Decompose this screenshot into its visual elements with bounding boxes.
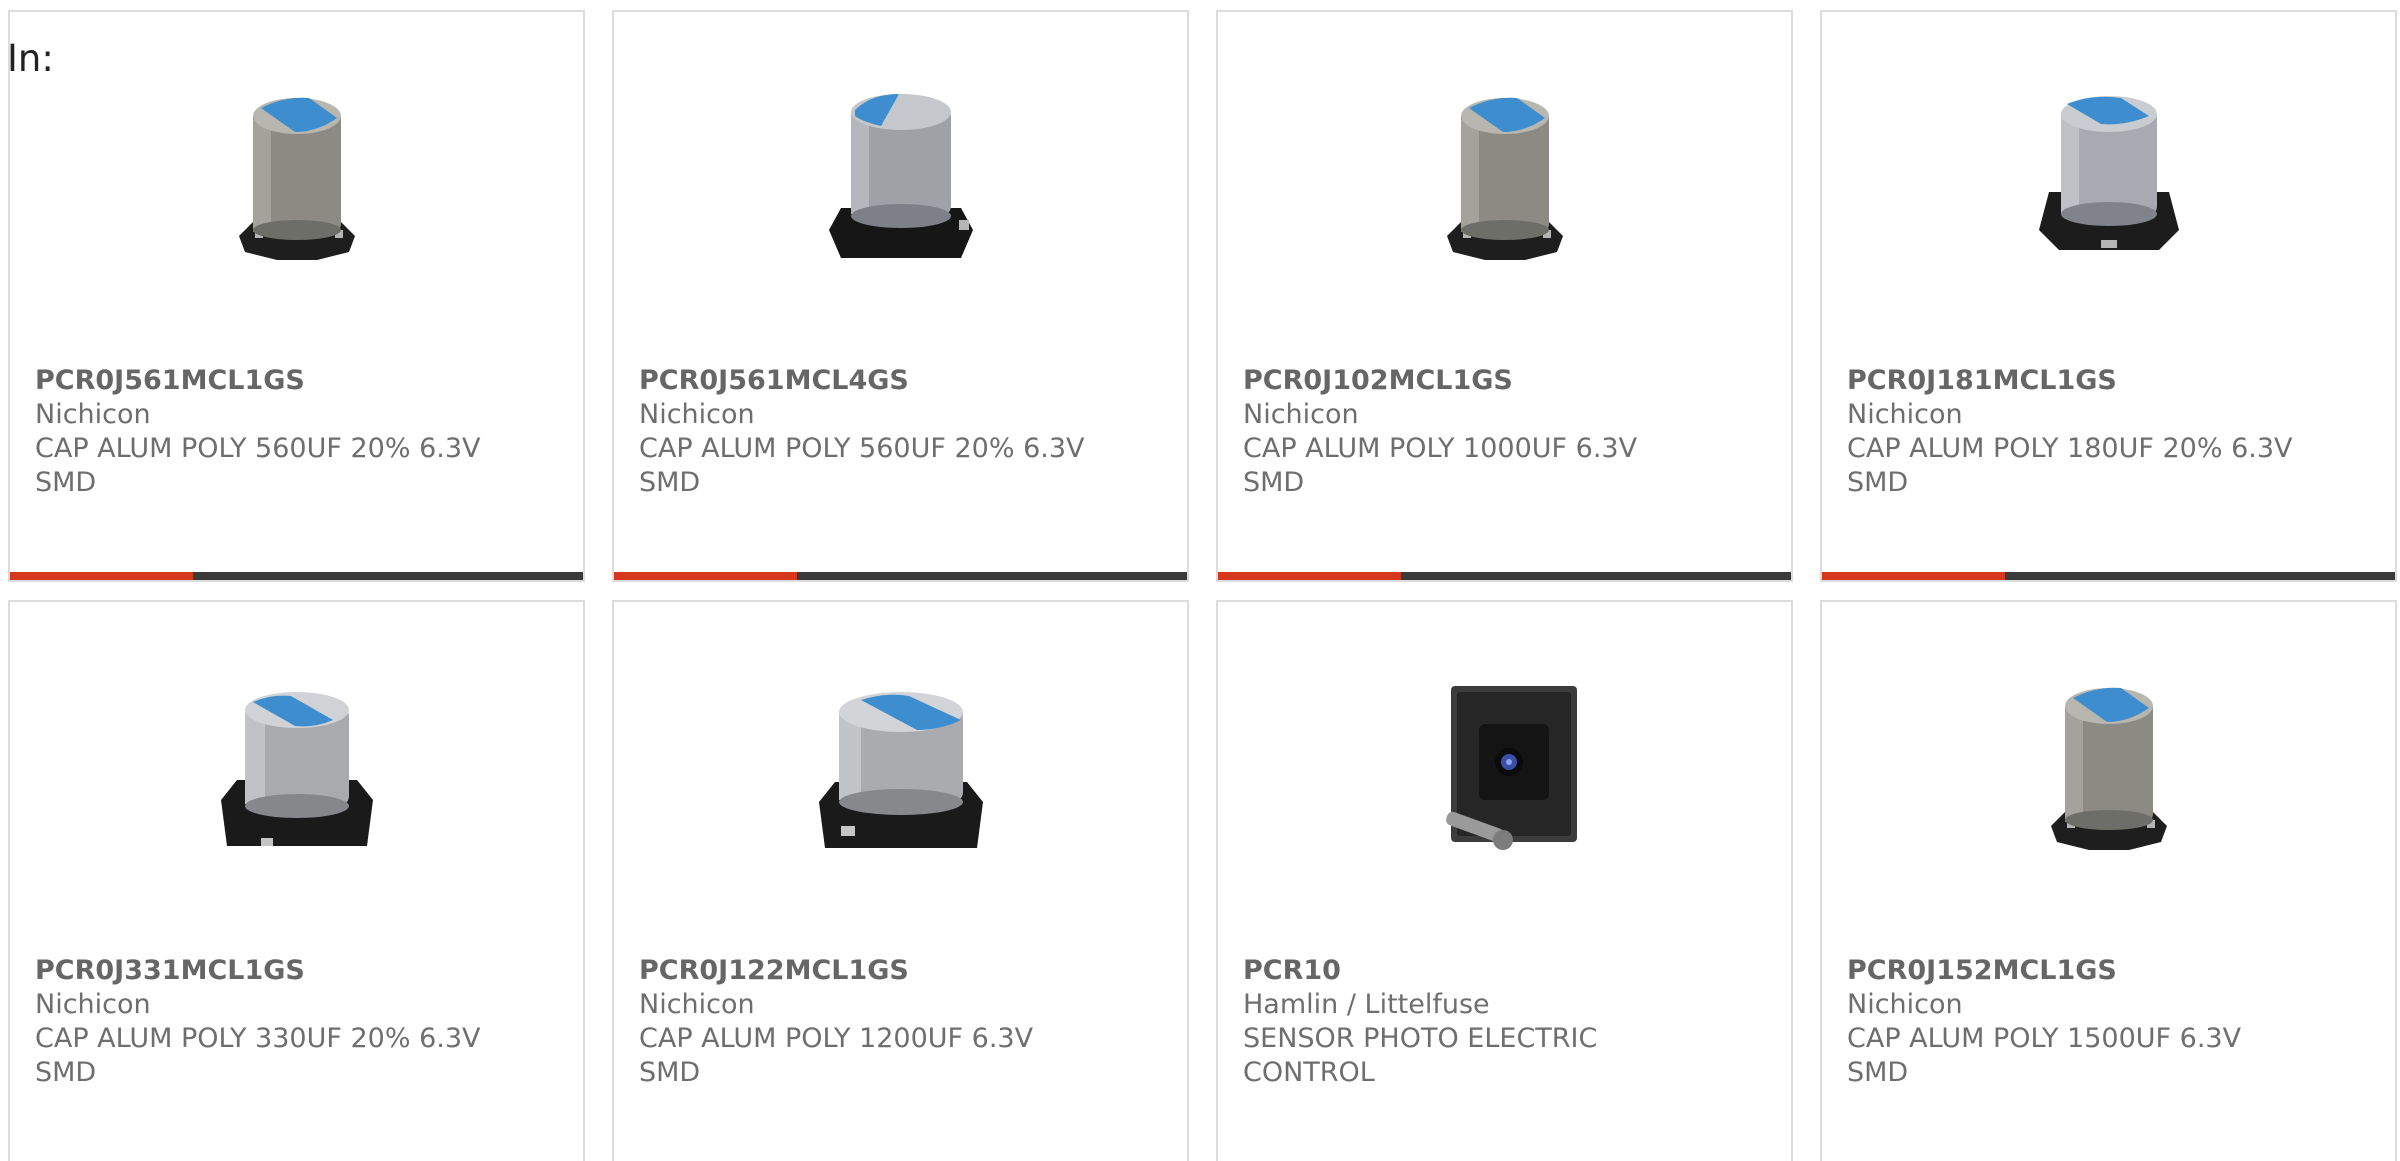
part-number[interactable]: PCR0J181MCL1GS: [1847, 364, 2117, 398]
smd-capacitor-tall-icon: [2009, 670, 2209, 870]
part-number[interactable]: PCR0J561MCL4GS: [639, 364, 909, 398]
description-line-1: CAP ALUM POLY 1500UF 6.3V: [1847, 1023, 2242, 1054]
manufacturer: Nichicon: [35, 989, 151, 1020]
product-card[interactable]: PCR0J181MCL1GS Nichicon CAP ALUM POLY 18…: [1820, 10, 2397, 582]
manufacturer: Nichicon: [35, 399, 151, 430]
part-number[interactable]: PCR10: [1243, 954, 1341, 988]
part-number[interactable]: PCR0J331MCL1GS: [35, 954, 305, 988]
card-progress-accent: [10, 572, 193, 580]
product-card[interactable]: PCR0J122MCL1GS Nichicon CAP ALUM POLY 12…: [612, 600, 1189, 1161]
description-line-1: CAP ALUM POLY 1000UF 6.3V: [1243, 433, 1638, 464]
card-progress-accent: [1218, 572, 1401, 580]
smd-capacitor-icon: [197, 670, 397, 870]
description-line-2: SMD: [639, 1057, 701, 1088]
manufacturer: Nichicon: [1243, 399, 1359, 430]
product-card[interactable]: PCR0J152MCL1GS Nichicon CAP ALUM POLY 15…: [1820, 600, 2397, 1161]
smd-capacitor-wide-icon: [801, 670, 1001, 870]
manufacturer: Nichicon: [639, 399, 755, 430]
card-progress-bar: [1822, 572, 2395, 580]
photo-sensor-icon: [1405, 670, 1605, 870]
description-line-2: SMD: [35, 1057, 97, 1088]
product-card[interactable]: PCR10 Hamlin / Littelfuse SENSOR PHOTO E…: [1216, 600, 1793, 1161]
manufacturer: Nichicon: [639, 989, 755, 1020]
product-card[interactable]: PCR0J331MCL1GS Nichicon CAP ALUM POLY 33…: [8, 600, 585, 1161]
card-progress-bar: [10, 572, 583, 580]
part-number[interactable]: PCR0J561MCL1GS: [35, 364, 305, 398]
card-progress-bar: [1218, 572, 1791, 580]
part-number[interactable]: PCR0J102MCL1GS: [1243, 364, 1513, 398]
smd-capacitor-icon: [2009, 80, 2209, 280]
description-line-1: CAP ALUM POLY 560UF 20% 6.3V: [35, 433, 481, 464]
manufacturer: Hamlin / Littelfuse: [1243, 989, 1490, 1020]
product-card[interactable]: PCR0J102MCL1GS Nichicon CAP ALUM POLY 10…: [1216, 10, 1793, 582]
part-number[interactable]: PCR0J122MCL1GS: [639, 954, 909, 988]
product-card[interactable]: PCR0J561MCL1GS Nichicon CAP ALUM POLY 56…: [8, 10, 585, 582]
card-progress-accent: [614, 572, 797, 580]
product-card[interactable]: PCR0J561MCL4GS Nichicon CAP ALUM POLY 56…: [612, 10, 1189, 582]
manufacturer: Nichicon: [1847, 399, 1963, 430]
smd-capacitor-tall-icon: [197, 80, 397, 280]
smd-capacitor-tall-icon: [1405, 80, 1605, 280]
manufacturer: Nichicon: [1847, 989, 1963, 1020]
description-line-2: CONTROL: [1243, 1057, 1375, 1088]
card-progress-bar: [614, 572, 1187, 580]
card-progress-accent: [1822, 572, 2005, 580]
smd-capacitor-icon: [801, 80, 1001, 280]
description-line-1: CAP ALUM POLY 560UF 20% 6.3V: [639, 433, 1085, 464]
description-line-2: SMD: [35, 467, 97, 498]
product-grid-page: In: PCR0J561MCL1GS Nichicon CAP ALUM POL…: [0, 0, 2400, 1161]
description-line-2: SMD: [1847, 467, 1909, 498]
description-line-2: SMD: [639, 467, 701, 498]
description-line-2: SMD: [1243, 467, 1305, 498]
in-label: In:: [7, 37, 54, 80]
description-line-1: CAP ALUM POLY 330UF 20% 6.3V: [35, 1023, 481, 1054]
part-number[interactable]: PCR0J152MCL1GS: [1847, 954, 2117, 988]
description-line-1: CAP ALUM POLY 1200UF 6.3V: [639, 1023, 1034, 1054]
description-line-1: CAP ALUM POLY 180UF 20% 6.3V: [1847, 433, 2293, 464]
description-line-2: SMD: [1847, 1057, 1909, 1088]
description-line-1: SENSOR PHOTO ELECTRIC: [1243, 1023, 1598, 1054]
